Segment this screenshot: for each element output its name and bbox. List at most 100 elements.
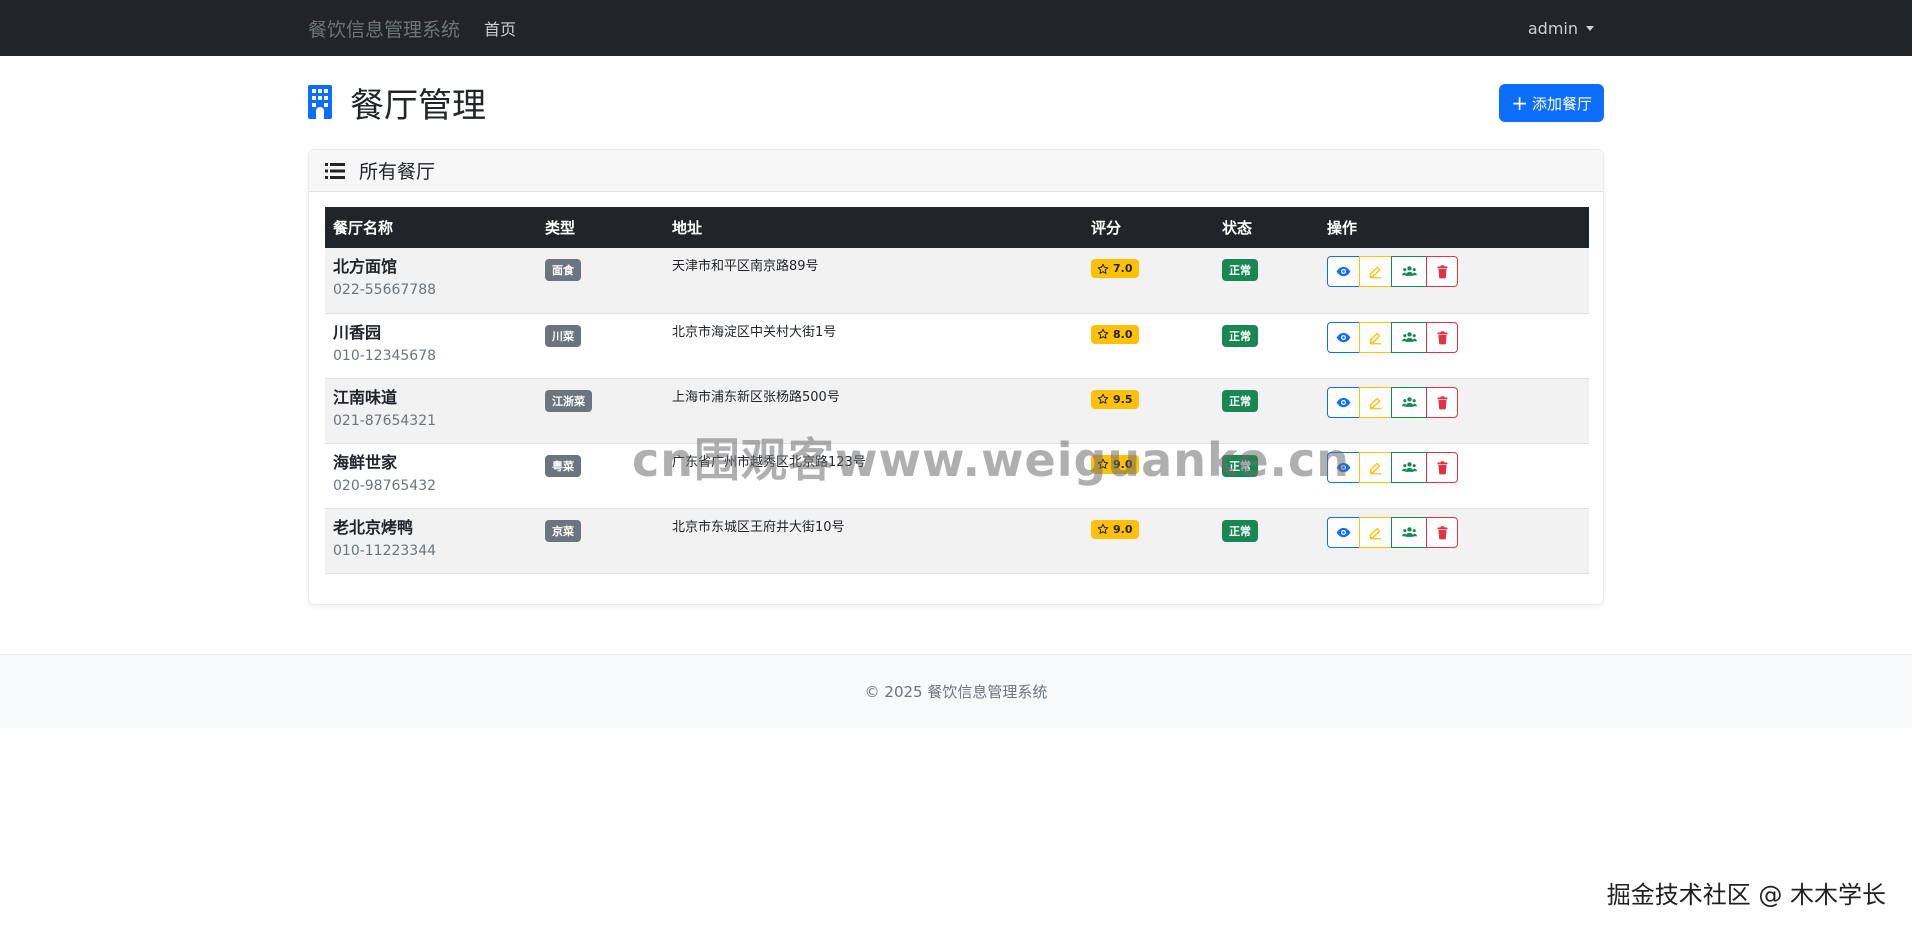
eye-icon (1336, 332, 1351, 342)
restaurants-card: 所有餐厅 餐厅名称 类型 地址 评分 状态 操作 北方面馆 022-556677… (308, 149, 1604, 605)
navbar-brand[interactable]: 餐饮信息管理系统 (308, 15, 460, 42)
users-icon (1401, 461, 1417, 472)
col-header-actions: 操作 (1319, 207, 1589, 248)
view-button[interactable] (1327, 256, 1360, 287)
cell-name: 老北京烤鸭 010-11223344 (325, 508, 537, 574)
cell-status: 正常 (1214, 508, 1319, 574)
watermark-corner: 掘金技术社区 @ 木木学长 (1606, 881, 1886, 909)
rating-value: 8.0 (1113, 327, 1133, 341)
restaurant-address: 上海市浦东新区张杨路500号 (672, 389, 840, 405)
cell-address: 北京市东城区王府井大街10号 (664, 508, 1083, 574)
user-menu-dropdown[interactable]: admin (1528, 0, 1594, 56)
rating-badge: 9.5 (1091, 389, 1139, 409)
rating-badge: 9.0 (1091, 519, 1139, 539)
cell-name: 川香园 010-12345678 (325, 313, 537, 379)
users-icon (1401, 331, 1417, 342)
cell-name: 北方面馆 022-55667788 (325, 248, 537, 314)
action-button-group (1327, 386, 1458, 418)
staff-button[interactable] (1391, 451, 1427, 483)
delete-button[interactable] (1426, 321, 1458, 353)
star-icon (1097, 328, 1109, 339)
users-icon (1401, 266, 1417, 276)
view-button[interactable] (1327, 516, 1360, 548)
trash-icon (1437, 265, 1447, 279)
delete-button[interactable] (1426, 451, 1458, 483)
edit-button[interactable] (1359, 451, 1392, 483)
cell-type: 面食 (537, 248, 664, 314)
col-header-type: 类型 (537, 207, 664, 248)
restaurant-phone: 010-12345678 (333, 347, 437, 364)
trash-icon (1437, 525, 1447, 539)
restaurant-name: 北方面馆 (333, 257, 398, 276)
nav-link-home[interactable]: 首页 (484, 16, 516, 40)
view-button[interactable] (1327, 386, 1360, 418)
delete-button[interactable] (1426, 386, 1458, 418)
cell-rating: 8.0 (1083, 313, 1214, 379)
edit-button[interactable] (1359, 386, 1392, 418)
restaurant-address: 北京市东城区王府井大街10号 (672, 519, 845, 535)
staff-button[interactable] (1391, 256, 1427, 287)
action-button-group (1327, 321, 1458, 353)
cell-address: 天津市和平区南京路89号 (664, 248, 1083, 314)
restaurant-name: 老北京烤鸭 (333, 517, 414, 537)
trash-icon (1437, 330, 1447, 344)
page-title: 餐厅管理 (350, 85, 486, 126)
rating-badge: 7.0 (1091, 259, 1139, 278)
restaurants-table-wrapper: 餐厅名称 类型 地址 评分 状态 操作 北方面馆 022-55667788 面食… (325, 207, 1589, 574)
status-badge: 正常 (1222, 389, 1258, 412)
card-header: 所有餐厅 (309, 150, 1603, 192)
edit-button[interactable] (1359, 256, 1392, 287)
staff-button[interactable] (1391, 516, 1427, 548)
type-badge: 川菜 (545, 324, 581, 347)
table-row: 老北京烤鸭 010-11223344 京菜 北京市东城区王府井大街10号 9.0… (325, 508, 1589, 574)
staff-button[interactable] (1391, 321, 1427, 353)
table-head: 餐厅名称 类型 地址 评分 状态 操作 (325, 207, 1589, 248)
delete-button[interactable] (1426, 516, 1458, 548)
table-row: 川香园 010-12345678 川菜 北京市海淀区中关村大街1号 8.0 正常 (325, 313, 1589, 379)
list-icon (325, 162, 345, 179)
add-restaurant-button[interactable]: + 添加餐厅 (1499, 84, 1604, 122)
add-restaurant-label: 添加餐厅 (1531, 94, 1592, 113)
restaurant-phone: 021-87654321 (333, 412, 437, 429)
caret-down-icon (1586, 25, 1594, 31)
building-icon (308, 85, 332, 119)
edit-icon (1369, 331, 1382, 344)
restaurant-phone: 022-55667788 (333, 282, 437, 298)
cell-status: 正常 (1214, 313, 1319, 379)
navbar: 餐饮信息管理系统 首页 admin (0, 0, 1912, 56)
eye-icon (1336, 397, 1351, 407)
trash-icon (1437, 460, 1447, 474)
table-row: 北方面馆 022-55667788 面食 天津市和平区南京路89号 7.0 正常 (325, 248, 1589, 314)
view-button[interactable] (1327, 321, 1360, 353)
page-header: 餐厅管理 + 添加餐厅 (308, 78, 1604, 126)
users-icon (1401, 526, 1417, 537)
restaurant-name: 海鲜世家 (333, 452, 398, 472)
type-badge: 粤菜 (545, 454, 581, 477)
watermark-center: cn围观客www.weiguanke.cn (632, 433, 1351, 487)
edit-button[interactable] (1359, 516, 1392, 548)
restaurant-name: 江南味道 (333, 387, 398, 407)
cell-actions (1319, 508, 1589, 574)
rating-value: 9.5 (1113, 392, 1133, 406)
staff-button[interactable] (1391, 386, 1427, 418)
edit-icon (1369, 526, 1382, 539)
restaurant-phone: 010-11223344 (333, 542, 437, 559)
type-badge: 面食 (545, 259, 581, 281)
edit-button[interactable] (1359, 321, 1392, 353)
cell-actions (1319, 378, 1589, 444)
trash-icon (1437, 395, 1447, 409)
star-icon (1097, 523, 1109, 534)
table-body: 北方面馆 022-55667788 面食 天津市和平区南京路89号 7.0 正常 (325, 248, 1589, 574)
delete-button[interactable] (1426, 256, 1458, 287)
type-badge: 江浙菜 (545, 389, 592, 412)
cell-actions (1319, 443, 1589, 509)
user-name: admin (1527, 18, 1578, 38)
edit-icon (1369, 266, 1382, 279)
cell-status: 正常 (1214, 248, 1319, 314)
restaurant-address: 北京市海淀区中关村大街1号 (672, 324, 837, 340)
star-icon (1097, 263, 1109, 274)
rating-badge: 8.0 (1091, 324, 1139, 344)
col-header-rating: 评分 (1083, 207, 1214, 248)
restaurant-name: 川香园 (333, 322, 382, 342)
restaurant-address: 天津市和平区南京路89号 (672, 259, 819, 274)
